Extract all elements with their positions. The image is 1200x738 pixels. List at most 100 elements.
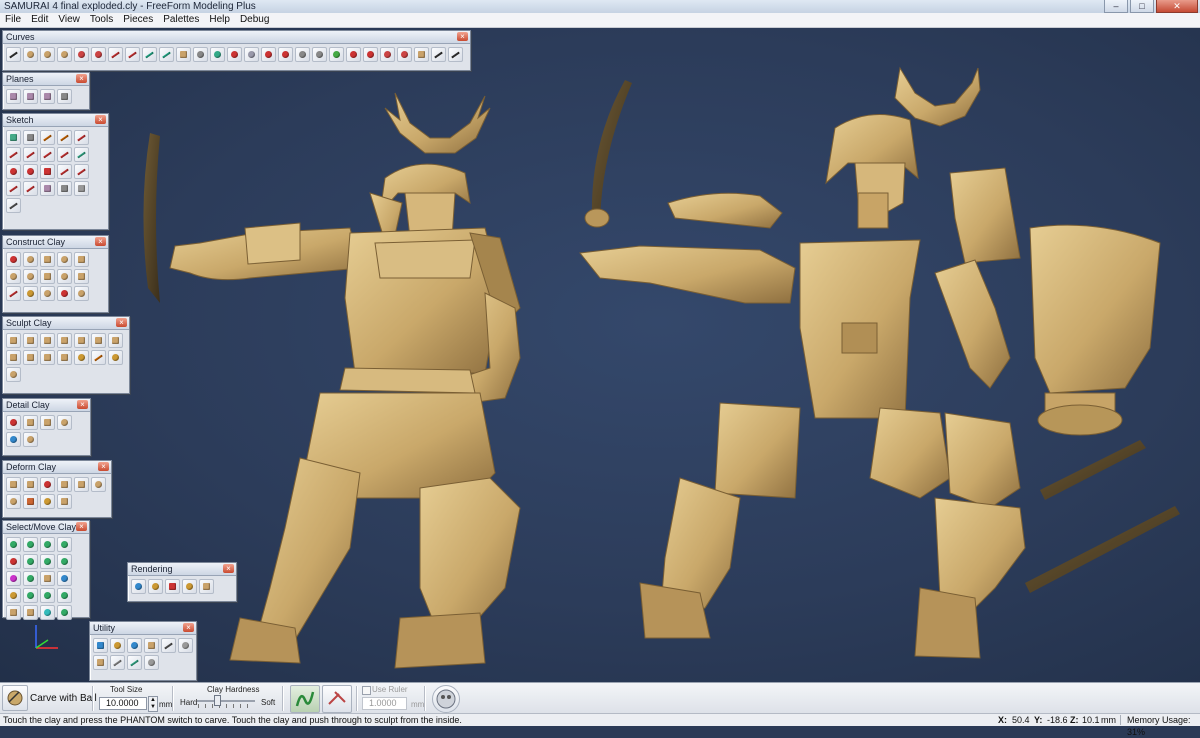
select-tool-icon[interactable] — [40, 588, 55, 603]
palette-select-move-clay[interactable]: Select/Move Clay × — [2, 520, 90, 620]
render-tool-icon[interactable] — [165, 579, 180, 594]
construct-tool-icon[interactable] — [57, 269, 72, 284]
palette-detail-clay[interactable]: Detail Clay × — [2, 398, 91, 456]
close-icon[interactable]: × — [95, 115, 106, 124]
deform-tool-icon[interactable] — [91, 477, 106, 492]
plane-tool-icon[interactable] — [57, 89, 72, 104]
exploded-model[interactable] — [579, 66, 1180, 659]
sketch-tool-icon[interactable] — [57, 147, 72, 162]
construct-tool-icon[interactable] — [6, 286, 21, 301]
utility-tool-icon[interactable] — [127, 655, 142, 670]
utility-tool-icon[interactable] — [144, 655, 159, 670]
sketch-tool-icon[interactable] — [23, 181, 38, 196]
sketch-tool-icon[interactable] — [40, 164, 55, 179]
sculpt-tool-icon[interactable] — [23, 350, 38, 365]
utility-tool-icon[interactable] — [93, 638, 108, 653]
sketch-tool-icon[interactable] — [6, 164, 21, 179]
deform-tool-icon[interactable] — [6, 494, 21, 509]
close-icon[interactable]: × — [77, 400, 88, 409]
curve-tool-icon[interactable] — [108, 47, 123, 62]
close-icon[interactable]: × — [116, 318, 127, 327]
sketch-tool-icon[interactable] — [57, 181, 72, 196]
sketch-tool-icon[interactable] — [57, 130, 72, 145]
select-tool-icon[interactable] — [6, 537, 21, 552]
construct-tool-icon[interactable] — [23, 252, 38, 267]
palette-curves[interactable]: Curves × — [2, 30, 471, 71]
close-icon[interactable]: × — [76, 522, 87, 531]
sketch-tool-icon[interactable] — [40, 147, 55, 162]
curve-tool-icon[interactable] — [295, 47, 310, 62]
menu-pieces[interactable]: Pieces — [118, 13, 158, 27]
plane-tool-icon[interactable] — [40, 89, 55, 104]
sculpt-tool-icon[interactable] — [74, 333, 89, 348]
construct-tool-icon[interactable] — [6, 269, 21, 284]
palette-utility[interactable]: Utility × — [89, 621, 197, 681]
construct-tool-icon[interactable] — [57, 286, 72, 301]
menu-help[interactable]: Help — [204, 13, 235, 27]
select-tool-icon[interactable] — [23, 537, 38, 552]
tool-size-input[interactable]: 10.0000 — [99, 697, 147, 710]
sculpt-tool-icon[interactable] — [57, 350, 72, 365]
sculpt-tool-icon[interactable] — [40, 333, 55, 348]
select-tool-icon[interactable] — [6, 605, 21, 620]
curve-tool-icon[interactable] — [159, 47, 174, 62]
curve-tool-icon[interactable] — [312, 47, 327, 62]
deform-tool-icon[interactable] — [6, 477, 21, 492]
menu-edit[interactable]: Edit — [26, 13, 53, 27]
select-tool-icon[interactable] — [57, 571, 72, 586]
utility-tool-icon[interactable] — [110, 655, 125, 670]
curve-tool-icon[interactable] — [125, 47, 140, 62]
sketch-tool-icon[interactable] — [74, 147, 89, 162]
curve-tool-icon[interactable] — [210, 47, 225, 62]
select-tool-icon[interactable] — [40, 571, 55, 586]
render-tool-icon[interactable] — [148, 579, 163, 594]
palette-planes[interactable]: Planes × — [2, 72, 90, 110]
curve-tool-icon[interactable] — [261, 47, 276, 62]
construct-tool-icon[interactable] — [23, 269, 38, 284]
maximize-icon[interactable]: □ — [1130, 0, 1154, 13]
sculpt-tool-icon[interactable] — [108, 350, 123, 365]
sculpt-tool-icon[interactable] — [91, 350, 106, 365]
utility-tool-icon[interactable] — [144, 638, 159, 653]
close-icon[interactable]: ✕ — [1156, 0, 1198, 13]
close-icon[interactable]: × — [76, 74, 87, 83]
select-tool-icon[interactable] — [6, 554, 21, 569]
sketch-tool-icon[interactable] — [40, 181, 55, 196]
detail-tool-icon[interactable] — [40, 415, 55, 430]
deform-tool-icon[interactable] — [40, 494, 55, 509]
plane-tool-icon[interactable] — [6, 89, 21, 104]
curve-tool-icon[interactable] — [193, 47, 208, 62]
render-tool-icon[interactable] — [199, 579, 214, 594]
menu-palettes[interactable]: Palettes — [158, 13, 204, 27]
palette-construct-clay[interactable]: Construct Clay × — [2, 235, 109, 313]
select-tool-icon[interactable] — [57, 605, 72, 620]
deform-tool-icon[interactable] — [23, 477, 38, 492]
curve-tool-icon[interactable] — [363, 47, 378, 62]
sculpt-tool-icon[interactable] — [91, 333, 106, 348]
use-ruler-checkbox[interactable] — [362, 686, 371, 695]
push-through-icon[interactable] — [322, 685, 352, 713]
select-tool-icon[interactable] — [23, 605, 38, 620]
arrow-tool-icon[interactable] — [6, 47, 21, 62]
minimize-icon[interactable]: – — [1104, 0, 1128, 13]
sculpt-tool-icon[interactable] — [6, 350, 21, 365]
detail-tool-icon[interactable] — [6, 415, 21, 430]
curve-tool-icon[interactable] — [397, 47, 412, 62]
curve-tool-icon[interactable] — [227, 47, 242, 62]
utility-tool-icon[interactable] — [127, 638, 142, 653]
utility-tool-icon[interactable] — [178, 638, 193, 653]
detail-tool-icon[interactable] — [6, 432, 21, 447]
slider-thumb[interactable] — [214, 695, 221, 706]
curve-tool-icon[interactable] — [57, 47, 72, 62]
close-icon[interactable]: × — [183, 623, 194, 632]
sculpt-tool-icon[interactable] — [6, 333, 21, 348]
sketch-tool-icon[interactable] — [6, 130, 21, 145]
construct-tool-icon[interactable] — [6, 252, 21, 267]
construct-tool-icon[interactable] — [74, 269, 89, 284]
detail-tool-icon[interactable] — [57, 415, 72, 430]
sculpt-tool-icon[interactable] — [6, 367, 21, 382]
select-tool-icon[interactable] — [23, 588, 38, 603]
sketch-tool-icon[interactable] — [6, 147, 21, 162]
ruler-input[interactable]: 1.0000 — [362, 697, 407, 710]
curve-tool-icon[interactable] — [448, 47, 463, 62]
